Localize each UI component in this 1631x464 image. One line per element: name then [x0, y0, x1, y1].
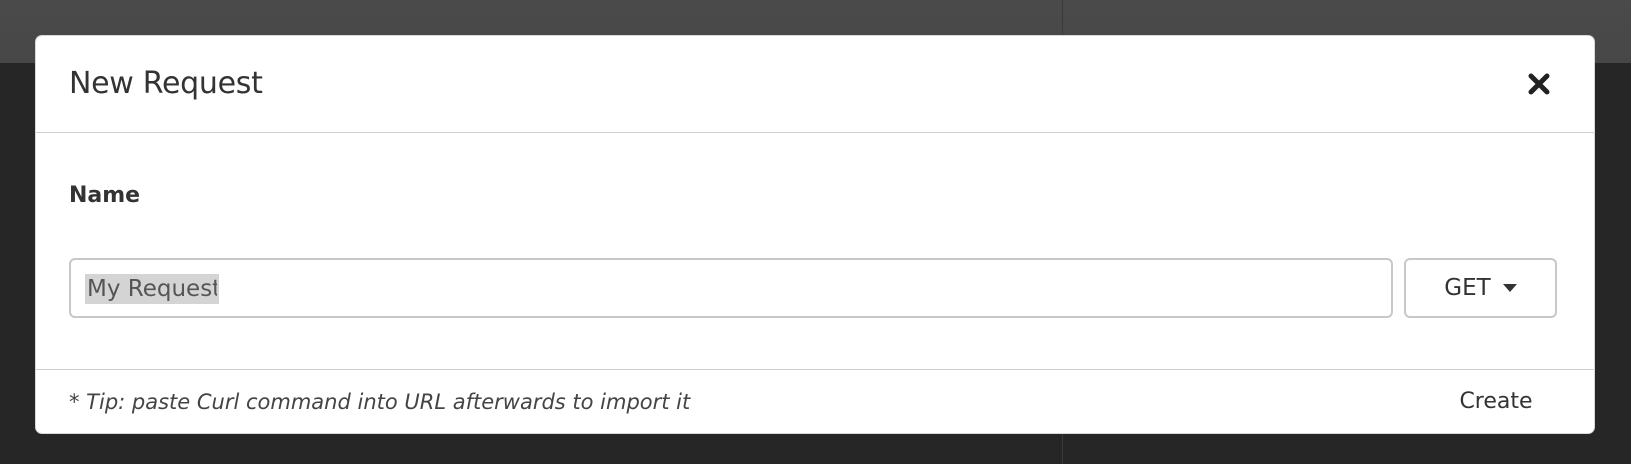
dialog-footer: * Tip: paste Curl command into URL after… [36, 369, 1594, 433]
method-dropdown[interactable]: GET [1404, 258, 1557, 318]
close-icon [1528, 73, 1550, 95]
create-button[interactable]: Create [1446, 382, 1546, 422]
caret-down-icon [1502, 284, 1517, 292]
dialog-header: New Request [36, 36, 1594, 133]
close-button[interactable] [1523, 68, 1555, 100]
name-field[interactable] [69, 258, 1393, 318]
tip-text: * Tip: paste Curl command into URL after… [69, 390, 691, 414]
method-label: GET [1444, 275, 1491, 301]
name-input[interactable] [85, 274, 219, 304]
dialog-title: New Request [69, 66, 263, 101]
dialog-body: Name GET [36, 133, 1594, 369]
new-request-dialog: New Request Name GET * Tip: paste Curl c… [36, 36, 1594, 433]
name-label: Name [69, 183, 141, 208]
